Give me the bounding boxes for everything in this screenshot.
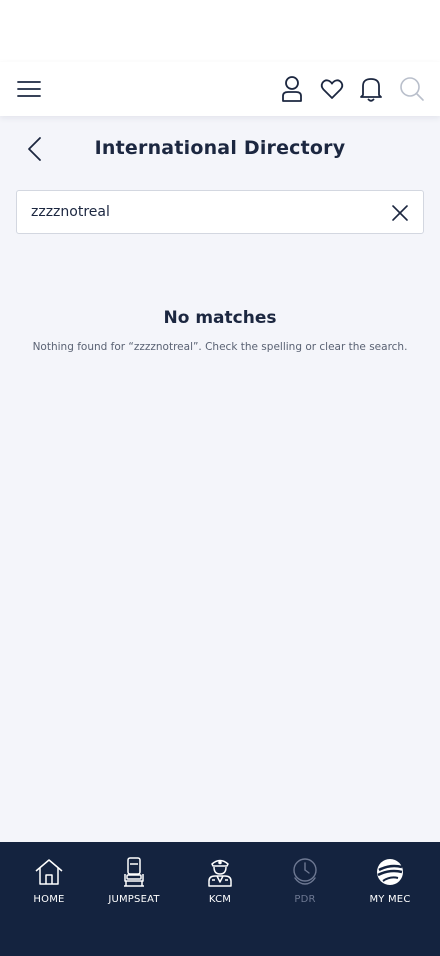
- title-row: International Directory: [0, 128, 440, 170]
- nav-item-jumpseat[interactable]: JUMPSEAT: [91, 856, 177, 920]
- nav-label-my-mec: MY MEC: [369, 894, 411, 905]
- nav-label-pdr: PDR: [294, 894, 316, 905]
- mec-globe-icon: [374, 856, 406, 888]
- menu-icon[interactable]: [16, 76, 42, 102]
- top-app-bar: [0, 62, 440, 116]
- home-icon: [33, 856, 65, 888]
- bell-icon[interactable]: [358, 75, 384, 103]
- empty-state-title: No matches: [163, 308, 277, 328]
- nav-label-jumpseat: JUMPSEAT: [108, 894, 160, 905]
- nav-item-my-mec[interactable]: MY MEC: [347, 856, 433, 920]
- search-input[interactable]: zzzznotreal: [16, 190, 424, 234]
- bottom-nav: HOME JUMPSEAT KCM PDR MY MEC: [0, 842, 440, 956]
- heart-icon[interactable]: [319, 76, 345, 102]
- seat-icon: [118, 856, 150, 888]
- nav-item-kcm[interactable]: KCM: [177, 856, 263, 920]
- clear-search-icon[interactable]: [389, 202, 411, 224]
- clock-icon: [289, 856, 321, 888]
- profile-icon[interactable]: [279, 75, 305, 103]
- back-chevron-icon[interactable]: [20, 134, 50, 164]
- nav-label-home: HOME: [33, 894, 65, 905]
- nav-item-home[interactable]: HOME: [6, 856, 92, 920]
- search-input-value[interactable]: zzzznotreal: [31, 204, 110, 220]
- search-icon[interactable]: [398, 75, 426, 103]
- nav-label-kcm: KCM: [208, 894, 232, 905]
- pilot-icon: [204, 856, 236, 888]
- empty-state-message: Nothing found for “zzzznotreal”. Check t…: [32, 341, 408, 353]
- status-area: [0, 0, 440, 62]
- page-title: International Directory: [94, 137, 346, 159]
- nav-item-pdr[interactable]: PDR: [262, 856, 348, 920]
